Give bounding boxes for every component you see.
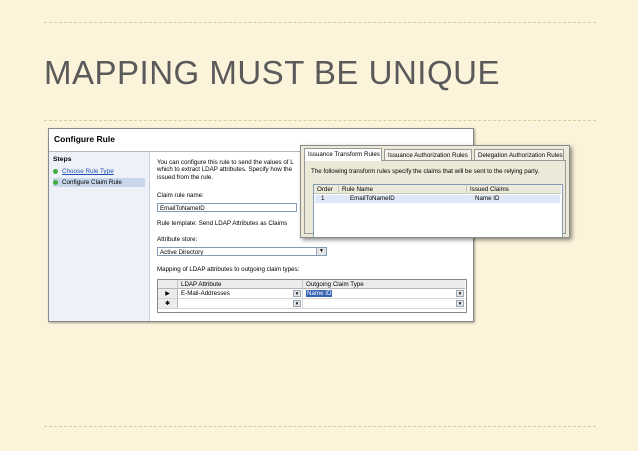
rule-template-text: Rule template: Send LDAP Attributes as C… [157,220,288,227]
tab-delegation-authorization-rules[interactable]: Delegation Authorization Rules [474,149,564,160]
tab-issuance-transform-rules[interactable]: Issuance Transform Rules [304,148,382,161]
current-row-icon[interactable]: ▶ [158,289,178,299]
attribute-store-value: Active Directory [160,249,204,256]
chevron-down-icon[interactable]: ▼ [293,290,301,297]
step-configure-claim-rule[interactable]: Configure Claim Rule [53,178,145,187]
step-complete-icon [53,169,58,174]
claim-type-cell[interactable]: Name ID ▼ [303,289,465,299]
bottom-rule [44,426,596,427]
ldap-attribute-cell[interactable]: E-Mail-Addresses ▼ [178,289,303,299]
rule-order: 1 [321,195,325,202]
claim-rule-name-input[interactable]: EmailToNameID [157,203,297,212]
attribute-mapping-grid: LDAP Attribute Outgoing Claim Type ▶ E-M… [157,279,467,313]
chevron-down-icon[interactable]: ▼ [293,300,301,307]
title-rule [44,120,596,121]
ldap-attribute-cell[interactable]: ▼ [178,299,303,309]
description-line: You can configure this rule to send the … [157,159,294,166]
top-rule [44,22,596,23]
attribute-store-select[interactable]: Active Directory ▼ [157,247,327,256]
description-line: issued from the rule. [157,173,214,181]
rule-name: EmailToNameID [350,195,395,202]
row-header-corner [158,280,178,289]
description-line: which to extract LDAP attributes. Specif… [157,166,293,174]
slide-title: MAPPING MUST BE UNIQUE [44,54,500,91]
column-header-order[interactable]: Order [314,185,339,194]
chevron-down-icon[interactable]: ▼ [316,248,326,255]
new-row-icon[interactable]: ✱ [158,299,178,309]
claim-type-value: Name ID [306,290,333,297]
rules-description: The following transform rules specify th… [311,168,540,175]
mapping-label: Mapping of LDAP attributes to outgoing c… [157,266,300,273]
rules-list: Order Rule Name Issued Claims 1 EmailToN… [313,184,563,237]
step-choose-rule-type[interactable]: Choose Rule Type [53,167,145,176]
claim-type-cell[interactable]: ▼ [303,299,465,309]
rule-description: You can configure this rule to send the … [157,159,294,181]
steps-title: Steps [53,156,72,163]
column-header-outgoing-claim-type[interactable]: Outgoing Claim Type [303,280,465,289]
step-label: Configure Claim Rule [62,179,122,186]
issuance-rules-dialog: Issuance Transform Rules Issuance Author… [300,145,570,238]
ldap-attribute-value: E-Mail-Addresses [181,290,230,297]
steps-panel: Steps Choose Rule Type Configure Claim R… [49,152,150,321]
chevron-down-icon[interactable]: ▼ [456,300,464,307]
column-header-issued-claims[interactable]: Issued Claims [467,185,561,194]
tab-issuance-authorization-rules[interactable]: Issuance Authorization Rules [384,149,472,160]
column-header-rule-name[interactable]: Rule Name [339,185,467,194]
rule-issued-claims: Name ID [475,195,500,202]
dialog-title: Configure Rule [54,134,115,144]
chevron-down-icon[interactable]: ▼ [456,290,464,297]
claim-rule-name-label: Claim rule name: [157,192,204,199]
attribute-store-label: Attribute store: [157,236,198,243]
column-header-ldap-attribute[interactable]: LDAP Attribute [178,280,303,289]
tab-panel: The following transform rules specify th… [304,160,566,237]
step-current-icon [53,180,58,185]
step-label: Choose Rule Type [62,168,114,175]
